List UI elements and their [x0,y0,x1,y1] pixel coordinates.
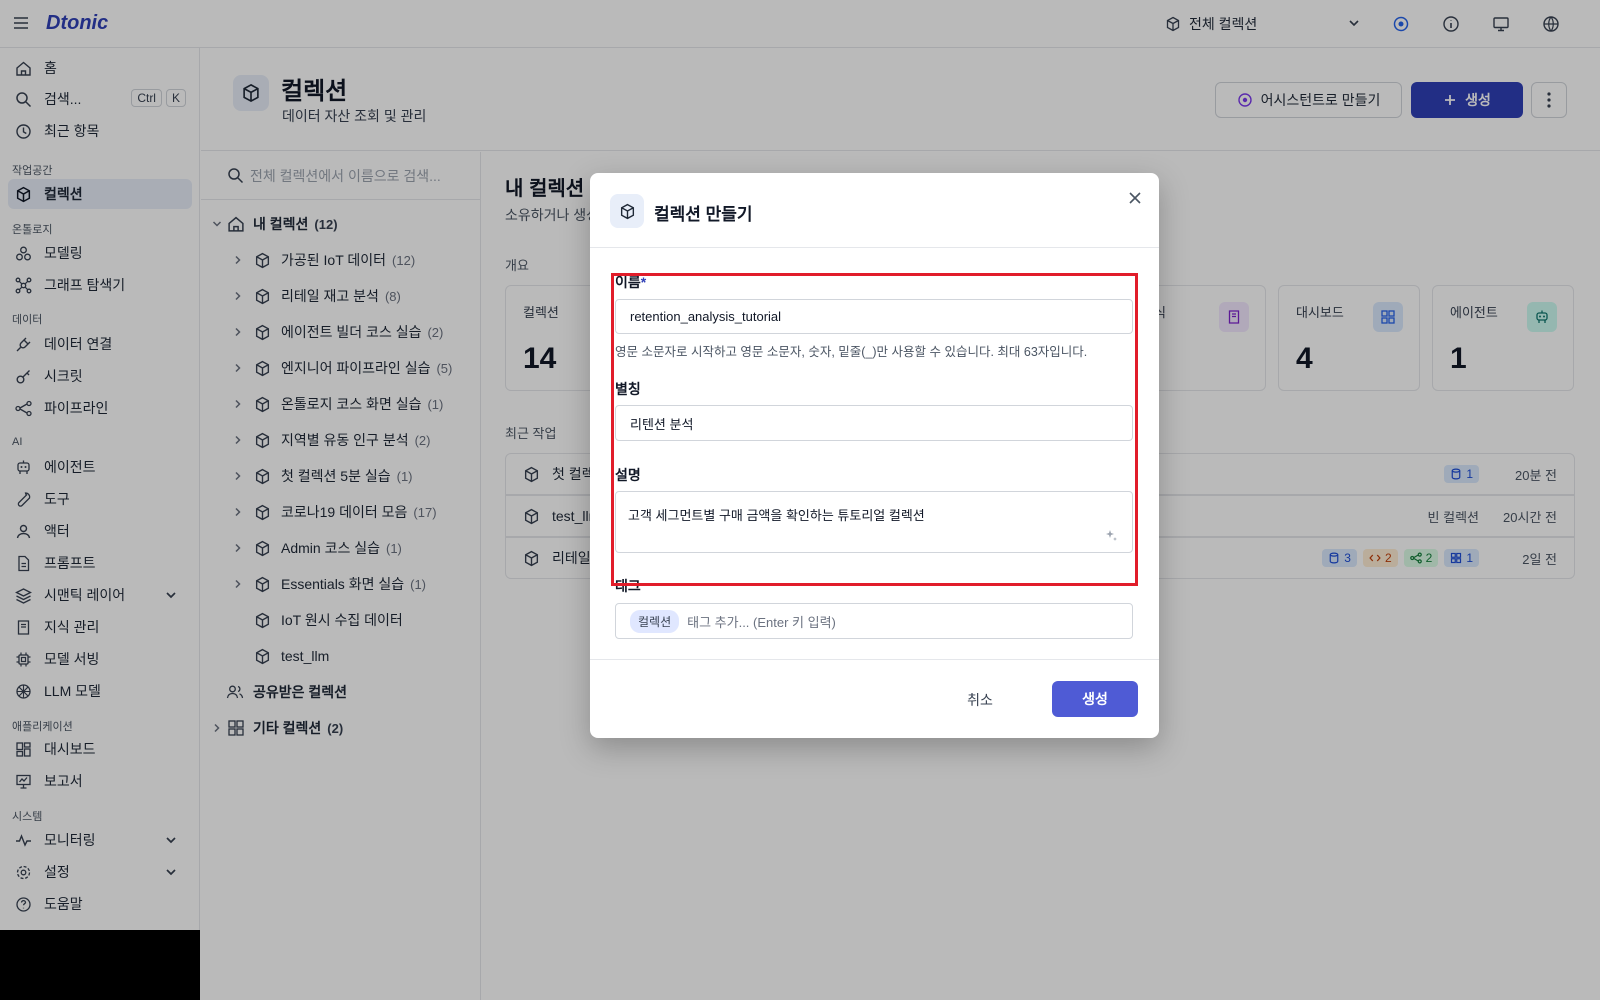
dialog-footer [590,659,1159,660]
annotation-highlight-box [611,273,1138,586]
close-icon[interactable] [1126,189,1144,207]
cancel-button[interactable]: 취소 [948,682,1012,718]
submit-create-button[interactable]: 생성 [1052,681,1138,717]
cube-icon [610,194,644,228]
tag-field[interactable]: 컬렉션 태그 추가... (Enter 키 입력) [615,603,1133,639]
tag-input-placeholder: 태그 추가... (Enter 키 입력) [687,614,836,630]
tag-chip[interactable]: 컬렉션 [630,609,680,633]
dialog-title: 컬렉션 만들기 [654,205,753,224]
